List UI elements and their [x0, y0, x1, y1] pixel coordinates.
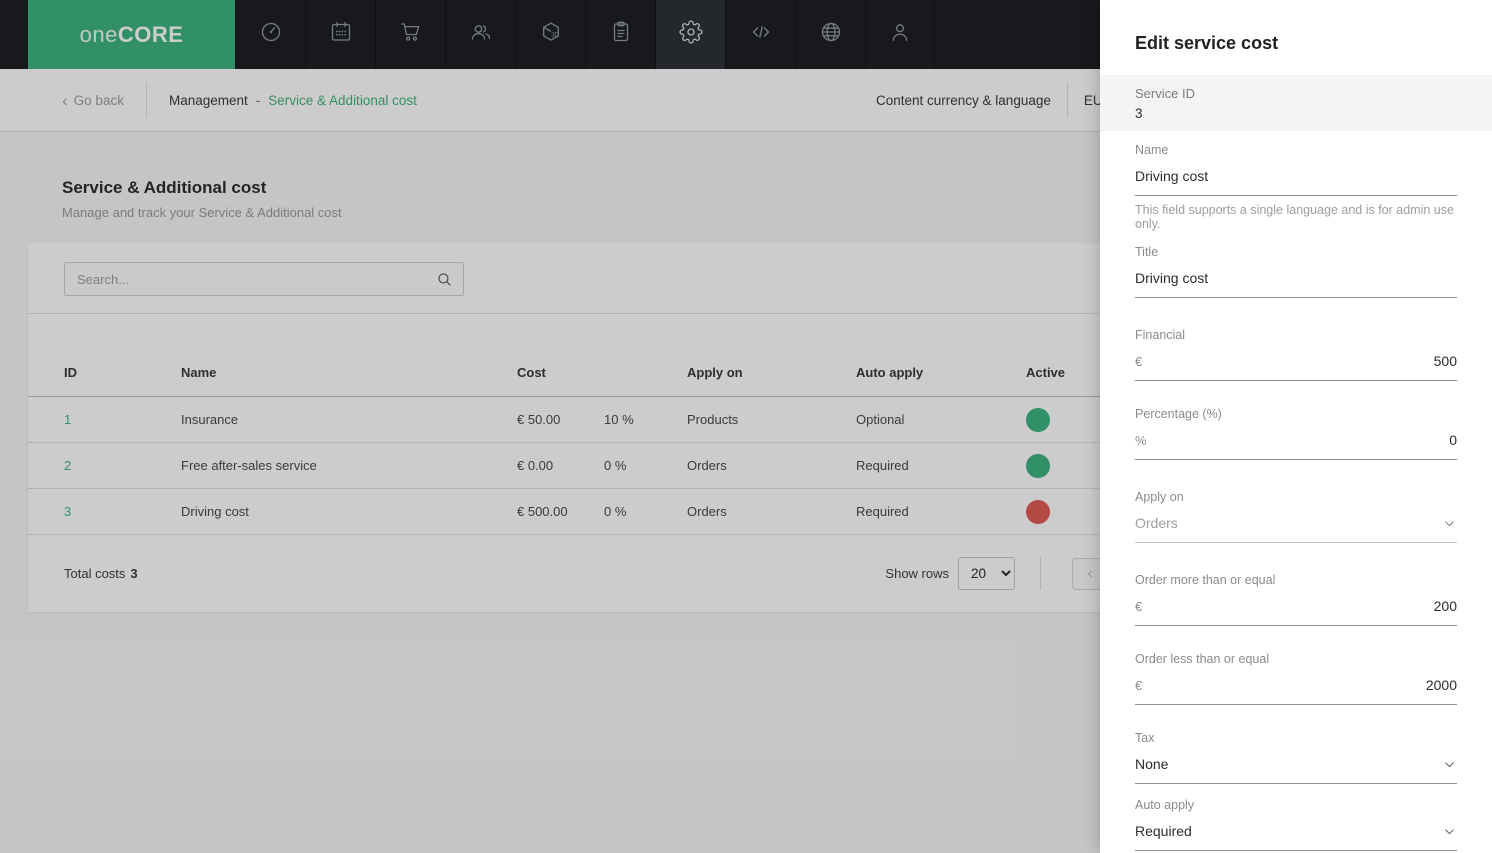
percent-prefix: % — [1135, 433, 1147, 448]
name-label: Name — [1135, 143, 1169, 157]
field-apply-on: Apply on Orders — [1135, 490, 1457, 543]
euro-prefix: € — [1135, 678, 1143, 693]
euro-prefix: € — [1135, 599, 1143, 614]
edit-form: Name This field supports a single langua… — [1135, 131, 1457, 853]
name-helper-text: This field supports a single language an… — [1135, 203, 1454, 231]
chevron-down-icon — [1445, 828, 1454, 834]
field-financial: Financial € — [1135, 328, 1457, 381]
chevron-down-icon — [1445, 520, 1454, 526]
field-auto-apply: Auto apply Required — [1135, 798, 1457, 851]
chevron-down-icon — [1445, 761, 1454, 767]
order-more-label: Order more than or equal — [1135, 573, 1276, 587]
name-input[interactable] — [1135, 166, 1457, 196]
tax-label: Tax — [1135, 731, 1155, 745]
financial-label: Financial — [1135, 328, 1186, 342]
field-percentage: Percentage (%) % — [1135, 407, 1457, 460]
field-order-more: Order more than or equal € — [1135, 573, 1457, 626]
field-title: Title — [1135, 245, 1457, 298]
order-more-input[interactable] — [1142, 598, 1457, 614]
auto-apply-label: Auto apply — [1135, 798, 1195, 812]
service-id-band: Service ID 3 — [1100, 75, 1492, 131]
service-id-value: 3 — [1135, 106, 1143, 121]
panel-title: Edit service cost — [1135, 33, 1279, 53]
apply-on-value: Orders — [1135, 515, 1178, 531]
field-tax: Tax None — [1135, 731, 1457, 784]
auto-apply-value: Required — [1135, 823, 1192, 839]
order-less-label: Order less than or equal — [1135, 652, 1270, 666]
service-id-label: Service ID — [1135, 86, 1195, 101]
title-input[interactable] — [1135, 268, 1457, 298]
percentage-input[interactable] — [1146, 432, 1457, 448]
field-order-less: Order less than or equal € — [1135, 652, 1457, 705]
title-label: Title — [1135, 245, 1159, 259]
percentage-label: Percentage (%) — [1135, 407, 1222, 421]
financial-input[interactable] — [1142, 353, 1457, 369]
order-less-input[interactable] — [1142, 677, 1457, 693]
apply-on-label: Apply on — [1135, 490, 1184, 504]
field-name: Name This field supports a single langua… — [1135, 143, 1457, 231]
auto-apply-select[interactable]: Required — [1135, 821, 1457, 851]
edit-service-cost-panel: Edit service cost Service ID 3 Name This… — [1100, 0, 1492, 853]
tax-select[interactable]: None — [1135, 754, 1457, 784]
tax-value: None — [1135, 756, 1169, 772]
apply-on-select[interactable]: Orders — [1135, 513, 1457, 543]
euro-prefix: € — [1135, 354, 1143, 369]
